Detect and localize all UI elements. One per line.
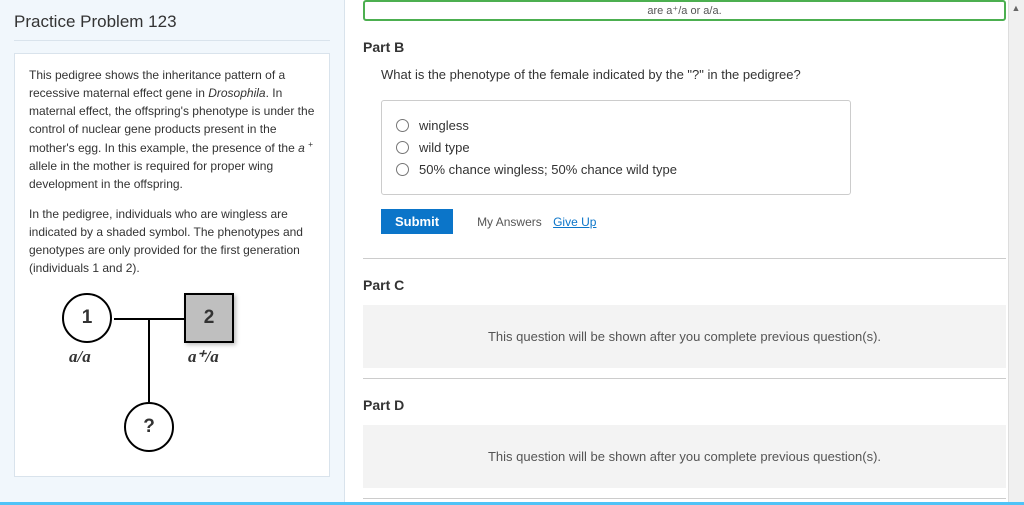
part-d-title: Part D [363, 397, 1006, 413]
part-c-locked-message: This question will be shown after you co… [363, 305, 1006, 368]
part-b-options: wingless wild type 50% chance wingless; … [381, 100, 851, 195]
radio-wild-type[interactable] [396, 141, 409, 154]
pedigree-child: ? [124, 402, 174, 452]
right-panel[interactable]: are a⁺/a or a/a. Part B What is the phen… [345, 0, 1024, 502]
scroll-up-icon[interactable]: ▲ [1008, 0, 1024, 16]
radio-wingless[interactable] [396, 119, 409, 132]
left-panel: Practice Problem 123 This pedigree shows… [0, 0, 345, 502]
my-answers-label: My Answers [477, 215, 542, 229]
pedigree-diagram: 1 2 ? a/a a⁺/a [42, 289, 302, 464]
feedback-box: are a⁺/a or a/a. [363, 0, 1006, 21]
pedigree-individual-2: 2 [184, 293, 234, 343]
scrollbar[interactable]: ▲ [1008, 0, 1024, 502]
give-up-link[interactable]: Give Up [553, 215, 596, 229]
answer-links: My Answers Give Up [477, 215, 596, 229]
pedigree-individual-1: 1 [62, 293, 112, 343]
part-d-section: Part D This question will be shown after… [363, 378, 1006, 488]
genotype-label-2: a⁺/a [188, 347, 219, 367]
option-wingless[interactable]: wingless [396, 118, 836, 133]
part-d-locked-message: This question will be shown after you co… [363, 425, 1006, 488]
problem-paragraph-2: In the pedigree, individuals who are win… [29, 205, 315, 277]
option-fifty-fifty[interactable]: 50% chance wingless; 50% chance wild typ… [396, 162, 836, 177]
part-b-question: What is the phenotype of the female indi… [381, 67, 1006, 82]
genotype-label-1: a/a [69, 347, 91, 367]
radio-fifty-fifty[interactable] [396, 163, 409, 176]
problem-paragraph-1: This pedigree shows the inheritance patt… [29, 66, 315, 193]
part-b-section: Part B What is the phenotype of the fema… [363, 39, 1006, 234]
submit-button[interactable]: Submit [381, 209, 453, 234]
part-e-section: Part E [363, 498, 1006, 502]
part-c-section: Part C This question will be shown after… [363, 258, 1006, 368]
problem-title: Practice Problem 123 [14, 12, 330, 41]
part-b-title: Part B [363, 39, 1006, 55]
pedigree-descent-line [148, 318, 150, 402]
part-c-title: Part C [363, 277, 1006, 293]
problem-description-box: This pedigree shows the inheritance patt… [14, 53, 330, 477]
option-wild-type[interactable]: wild type [396, 140, 836, 155]
